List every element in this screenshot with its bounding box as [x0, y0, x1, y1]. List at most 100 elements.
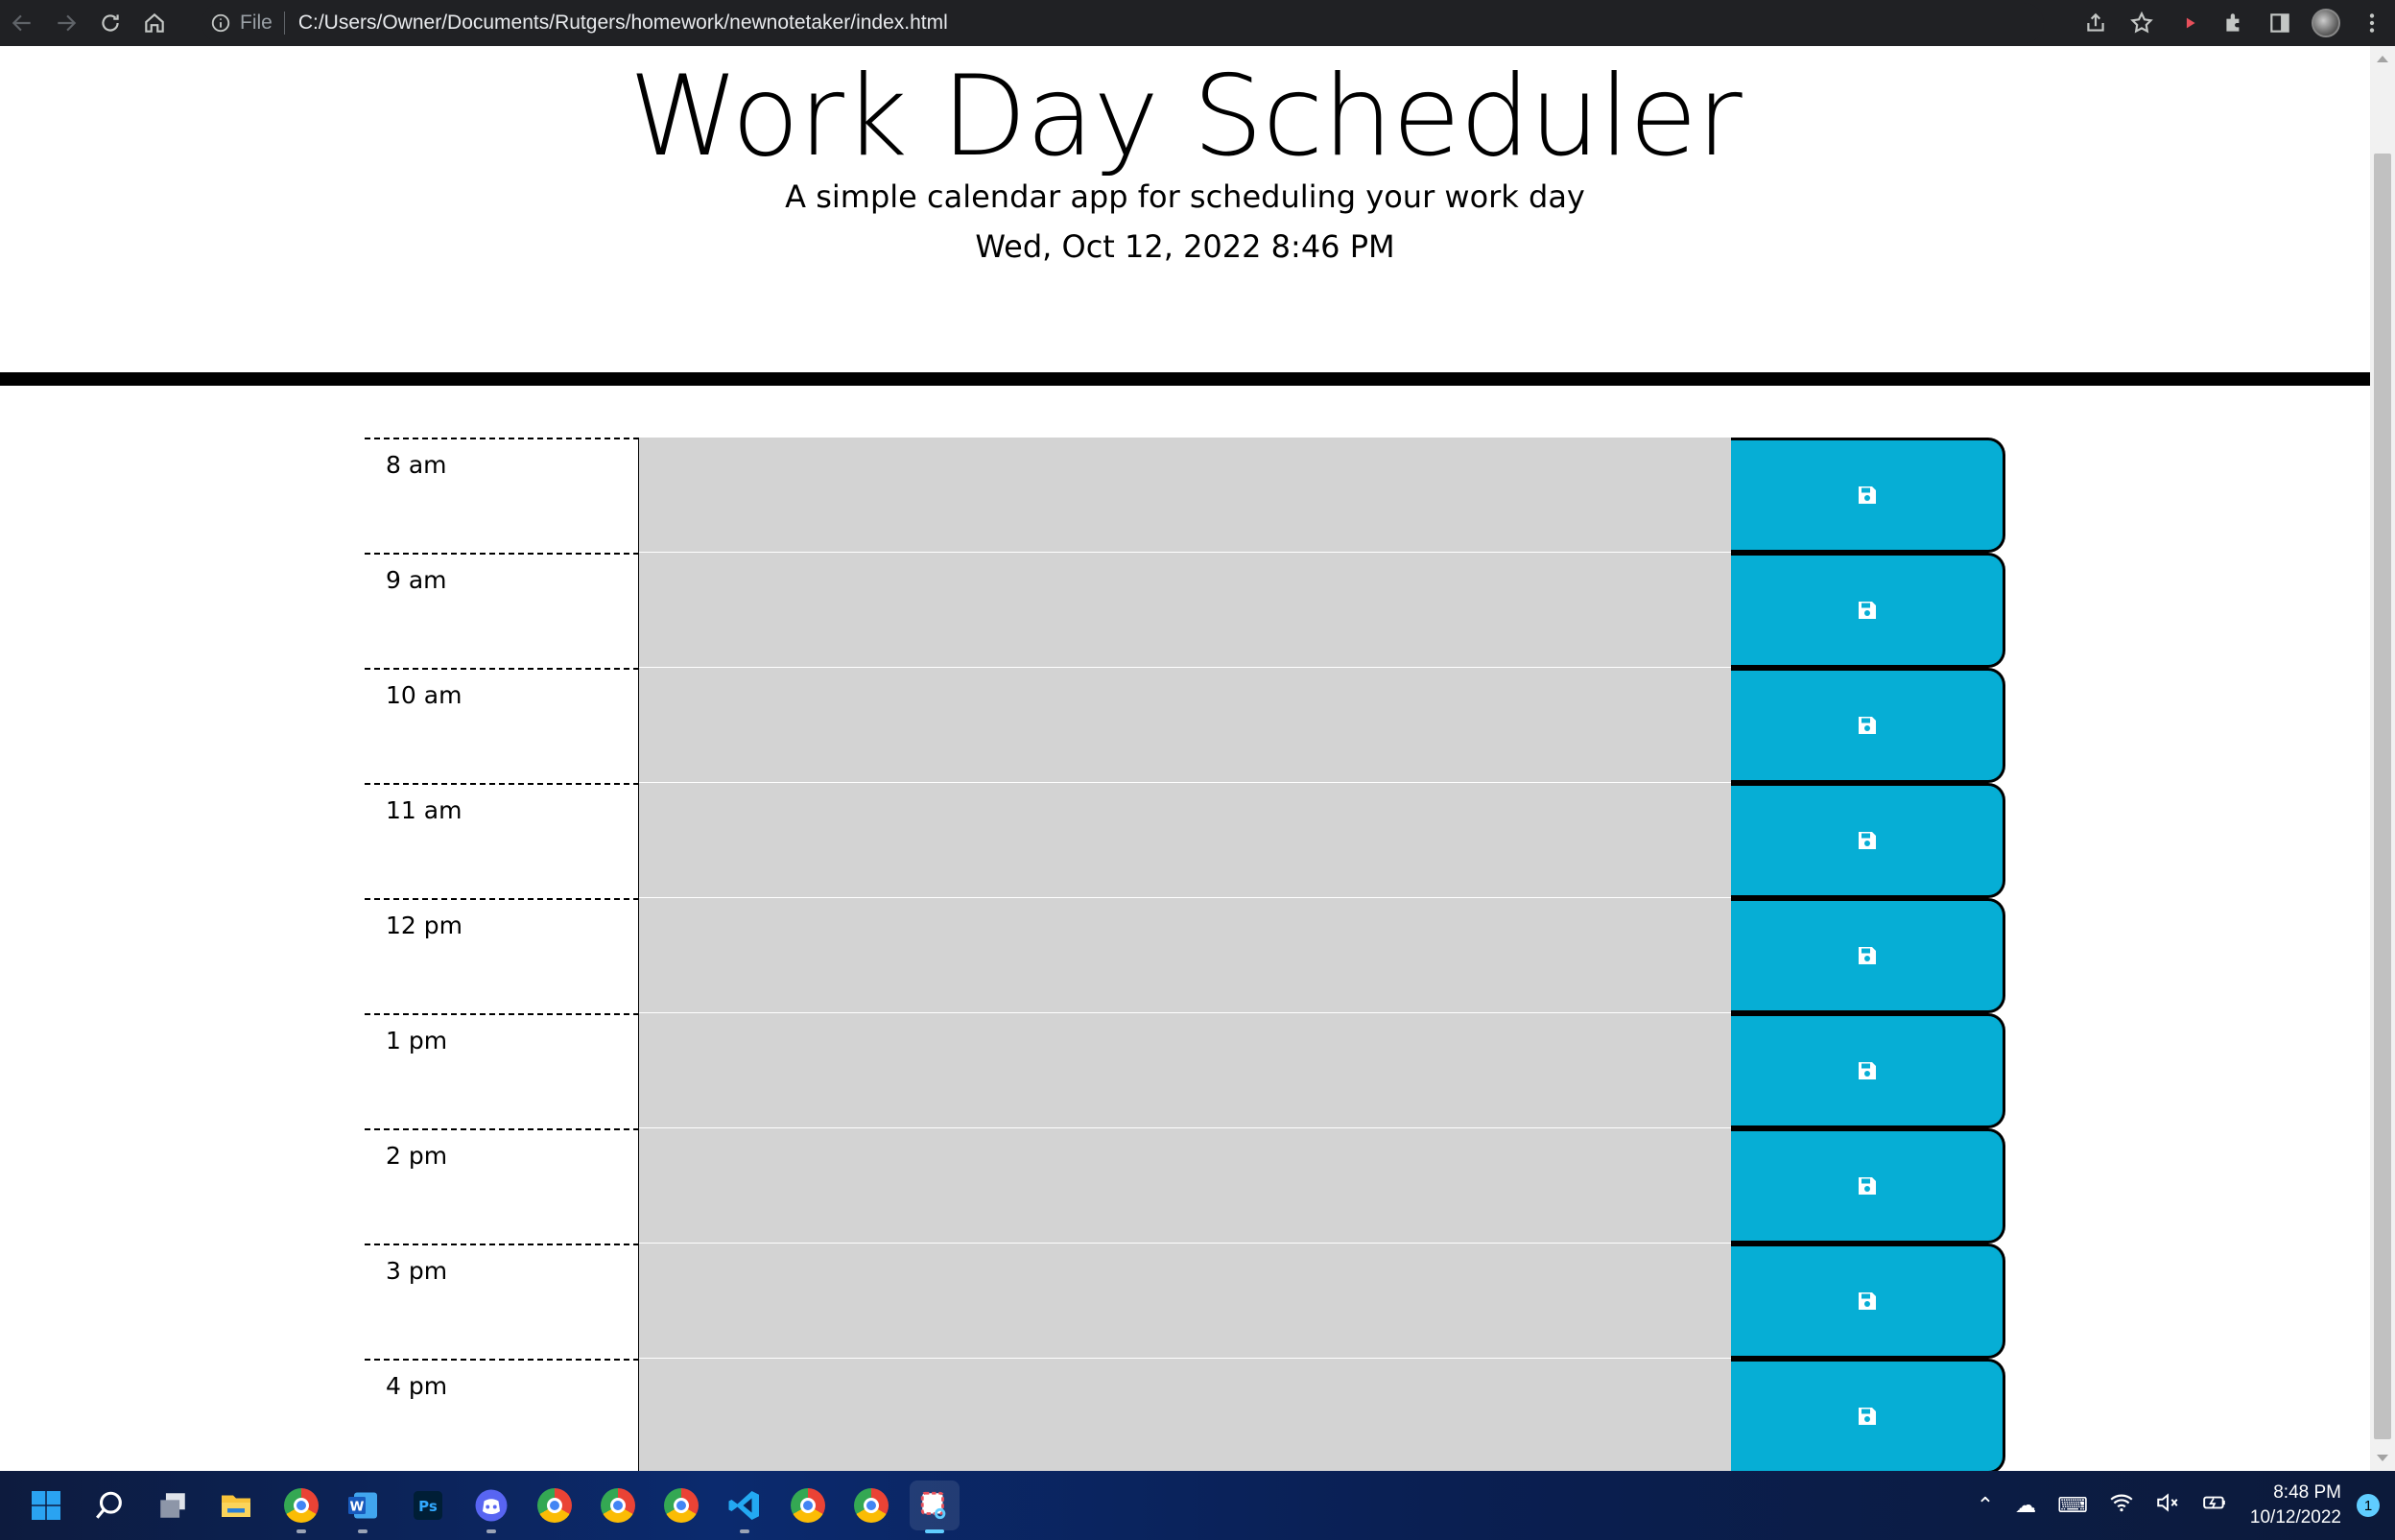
keyboard-icon[interactable]: ⌨ — [2057, 1494, 2088, 1518]
scroll-down-icon[interactable] — [2377, 1455, 2388, 1461]
jumbotron: Work Day Scheduler A simple calendar app… — [0, 46, 2370, 386]
forward-button[interactable] — [44, 0, 88, 46]
save-button[interactable] — [1731, 438, 2005, 553]
share-icon — [2087, 12, 2104, 32]
save-button[interactable] — [1731, 783, 2005, 898]
save-button[interactable] — [1731, 1359, 2005, 1471]
chrome-app-icon-4[interactable] — [656, 1481, 706, 1530]
arrow-left-icon — [12, 14, 31, 32]
home-icon — [145, 12, 164, 33]
photoshop-app-icon[interactable]: Ps — [403, 1481, 453, 1530]
side-panel-button[interactable] — [2257, 0, 2303, 46]
arrow-right-icon — [58, 14, 77, 32]
reload-icon — [102, 14, 119, 32]
save-button[interactable] — [1731, 1128, 2005, 1244]
chrome-app-icon-3[interactable] — [593, 1481, 643, 1530]
save-button[interactable] — [1731, 668, 2005, 783]
address-bar[interactable]: File C:/Users/Owner/Documents/Rutgers/ho… — [202, 3, 2044, 43]
hour-label: 4 pm — [365, 1359, 639, 1471]
url-scheme: File — [240, 12, 285, 35]
extensions-button[interactable] — [2211, 0, 2257, 46]
snipping-tool-app-icon[interactable] — [910, 1481, 960, 1533]
chrome-app-icon-6[interactable] — [846, 1481, 896, 1530]
event-description-input[interactable] — [639, 1244, 1731, 1359]
floppy-disk-icon — [1858, 717, 1876, 734]
current-day: Wed, Oct 12, 2022 8:46 PM — [975, 228, 1395, 265]
system-tray: ⌃ ☁ ⌨ 8:48 PM 10/12/2022 1 — [1966, 1471, 2395, 1540]
svg-text:Ps: Ps — [418, 1498, 438, 1515]
system-clock[interactable]: 8:48 PM 10/12/2022 — [2250, 1481, 2341, 1530]
speaker-muted-icon[interactable] — [2155, 1490, 2180, 1521]
event-description-input[interactable] — [639, 898, 1731, 1013]
share-button[interactable] — [2073, 0, 2119, 46]
file-explorer-icon[interactable] — [211, 1481, 261, 1530]
windows-taskbar: W Ps ⌃ ☁ ⌨ 8:48 PM 10/12/2022 1 — [0, 1471, 2395, 1540]
hour-label: 8 am — [365, 438, 639, 553]
time-block-row: 4 pm — [365, 1359, 2005, 1471]
vscode-app-icon[interactable] — [720, 1481, 770, 1533]
extension-arrow-icon — [2178, 17, 2195, 29]
time-block-row: 8 am — [365, 438, 2005, 553]
back-button[interactable] — [0, 0, 44, 46]
page-scrollbar[interactable] — [2370, 46, 2395, 1471]
hour-label: 12 pm — [365, 898, 639, 1013]
floppy-disk-icon — [1858, 1062, 1876, 1079]
discord-app-icon[interactable] — [466, 1481, 516, 1533]
floppy-disk-icon — [1858, 1177, 1876, 1195]
event-description-input[interactable] — [639, 1359, 1731, 1471]
battery-icon[interactable] — [2201, 1490, 2228, 1521]
chrome-app-icon-5[interactable] — [783, 1481, 833, 1530]
floppy-disk-icon — [1858, 1408, 1876, 1425]
reload-button[interactable] — [88, 0, 132, 46]
kebab-menu-icon — [2369, 13, 2375, 33]
info-icon[interactable] — [202, 12, 240, 34]
chevron-up-icon[interactable]: ⌃ — [1977, 1494, 1994, 1518]
hour-label: 2 pm — [365, 1128, 639, 1244]
save-button[interactable] — [1731, 553, 2005, 668]
toolbar-actions — [2073, 0, 2395, 46]
wifi-icon[interactable] — [2109, 1490, 2134, 1521]
onedrive-cloud-icon[interactable]: ☁ — [2015, 1494, 2036, 1518]
event-description-input[interactable] — [639, 553, 1731, 668]
scroll-up-icon[interactable] — [2377, 56, 2388, 62]
save-button[interactable] — [1731, 1013, 2005, 1128]
save-button[interactable] — [1731, 898, 2005, 1013]
chrome-app-icon[interactable] — [276, 1481, 326, 1533]
event-description-input[interactable] — [639, 783, 1731, 898]
event-description-input[interactable] — [639, 438, 1731, 553]
word-app-icon[interactable]: W — [338, 1481, 388, 1533]
time-block-row: 11 am — [365, 783, 2005, 898]
event-description-input[interactable] — [639, 668, 1731, 783]
web-page: Work Day Scheduler A simple calendar app… — [0, 46, 2370, 1471]
menu-button[interactable] — [2349, 0, 2395, 46]
extension-button[interactable] — [2165, 0, 2211, 46]
puzzle-icon — [2226, 13, 2240, 32]
time-block-row: 1 pm — [365, 1013, 2005, 1128]
hour-label: 9 am — [365, 553, 639, 668]
floppy-disk-icon — [1858, 486, 1876, 504]
clock-time: 8:48 PM — [2273, 1482, 2341, 1503]
clock-date: 10/12/2022 — [2249, 1507, 2341, 1528]
notification-badge[interactable]: 1 — [2357, 1494, 2380, 1517]
event-description-input[interactable] — [639, 1128, 1731, 1244]
windows-start-icon[interactable] — [21, 1481, 71, 1530]
home-button[interactable] — [132, 0, 177, 46]
bookmark-button[interactable] — [2119, 0, 2165, 46]
hour-label: 10 am — [365, 668, 639, 783]
floppy-disk-icon — [1858, 947, 1876, 964]
profile-button[interactable] — [2303, 0, 2349, 46]
search-icon[interactable] — [84, 1481, 134, 1530]
task-view-icon[interactable] — [148, 1481, 198, 1530]
scroll-thumb[interactable] — [2374, 154, 2391, 1439]
svg-text:W: W — [350, 1499, 365, 1514]
save-button[interactable] — [1731, 1244, 2005, 1359]
chrome-app-icon-2[interactable] — [530, 1481, 580, 1530]
page-subtitle: A simple calendar app for scheduling you… — [785, 178, 1585, 215]
hour-label: 11 am — [365, 783, 639, 898]
url-text[interactable]: C:/Users/Owner/Documents/Rutgers/homewor… — [285, 12, 948, 35]
hour-label: 1 pm — [365, 1013, 639, 1128]
floppy-disk-icon — [1858, 602, 1876, 619]
event-description-input[interactable] — [639, 1013, 1731, 1128]
floppy-disk-icon — [1858, 832, 1876, 849]
time-block-row: 3 pm — [365, 1244, 2005, 1359]
